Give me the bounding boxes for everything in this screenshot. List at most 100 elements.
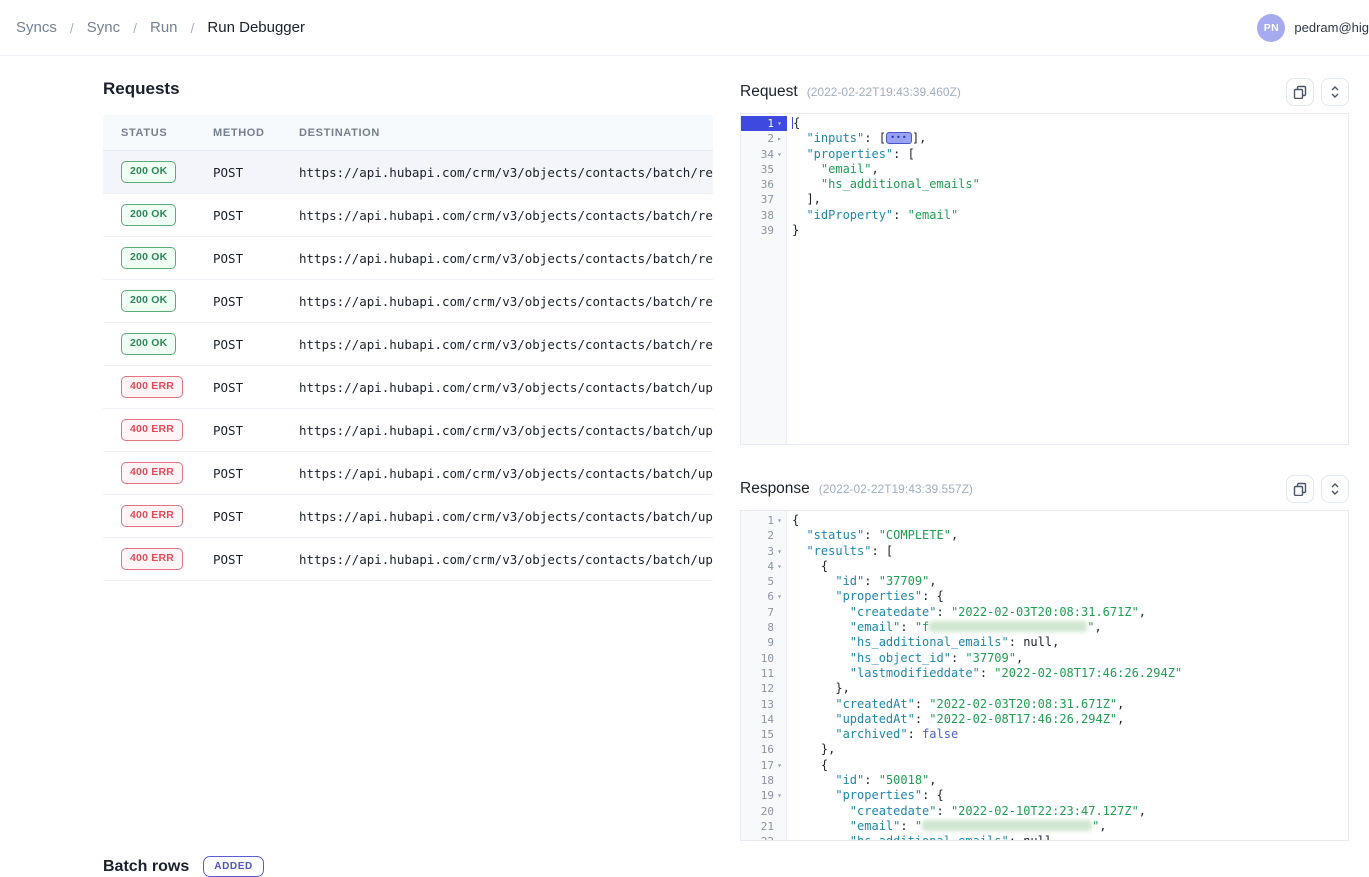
- user-menu[interactable]: PN pedram@hig: [1257, 14, 1369, 42]
- line-number: 37: [741, 192, 787, 207]
- code-line: 1▾{: [741, 116, 1348, 131]
- table-row[interactable]: 400 ERRPOSThttps://api.hubapi.com/crm/v3…: [103, 538, 713, 581]
- code-text: "createdate": "2022-02-10T22:23:47.127Z"…: [787, 804, 1146, 819]
- code-text: {: [787, 758, 828, 773]
- code-text: {: [787, 116, 800, 131]
- code-text: "hs_additional_emails": [787, 177, 980, 192]
- code-text: {: [787, 513, 799, 528]
- line-number: 13: [741, 697, 787, 712]
- code-text: "updatedAt": "2022-02-08T17:46:26.294Z",: [787, 712, 1124, 727]
- code-text: "properties": {: [787, 589, 944, 604]
- status-badge: 200 OK: [121, 247, 176, 268]
- table-row[interactable]: 400 ERRPOSThttps://api.hubapi.com/crm/v3…: [103, 366, 713, 409]
- code-line: 21 "email": "",: [741, 819, 1348, 834]
- fold-open-icon[interactable]: ▾: [774, 147, 785, 162]
- status-badge: 400 ERR: [121, 505, 183, 526]
- method-cell: POST: [213, 509, 299, 524]
- fold-closed-icon[interactable]: ▸: [774, 131, 785, 146]
- line-number: 36: [741, 177, 787, 192]
- line-number: 18: [741, 773, 787, 788]
- fold-open-icon[interactable]: ▾: [774, 589, 785, 604]
- code-text: "email",: [787, 162, 879, 177]
- user-email: pedram@hig: [1294, 20, 1369, 35]
- response-code-editor[interactable]: 1▾{2 "status": "COMPLETE",3▾ "results": …: [740, 510, 1349, 841]
- line-number: 34▾: [741, 147, 787, 162]
- copy-icon: [1293, 85, 1307, 99]
- batch-rows-section: Batch rows ADDED: [103, 856, 264, 877]
- fold-open-icon[interactable]: ▾: [774, 758, 785, 773]
- column-method: METHOD: [213, 127, 299, 139]
- fold-open-icon[interactable]: ▾: [774, 513, 785, 528]
- breadcrumb-separator: /: [70, 20, 74, 36]
- code-line: 2 "status": "COMPLETE",: [741, 528, 1348, 543]
- line-number: 10: [741, 651, 787, 666]
- method-cell: POST: [213, 337, 299, 352]
- copy-button[interactable]: [1286, 78, 1314, 106]
- table-row[interactable]: 200 OKPOSThttps://api.hubapi.com/crm/v3/…: [103, 151, 713, 194]
- code-text: "hs_object_id": "37709",: [787, 651, 1023, 666]
- code-text: "archived": false: [787, 727, 958, 742]
- code-line: 19▾ "properties": {: [741, 788, 1348, 803]
- copy-button[interactable]: [1286, 475, 1314, 503]
- table-body: 200 OKPOSThttps://api.hubapi.com/crm/v3/…: [103, 151, 713, 581]
- status-cell: 200 OK: [121, 333, 213, 354]
- code-text: {: [787, 559, 828, 574]
- status-cell: 200 OK: [121, 247, 213, 268]
- request-code-editor[interactable]: 1▾{2▸ "inputs": [•••],34▾ "properties": …: [740, 113, 1349, 445]
- line-number: 17▾: [741, 758, 787, 773]
- status-cell: 400 ERR: [121, 548, 213, 569]
- method-cell: POST: [213, 552, 299, 567]
- table-row[interactable]: 400 ERRPOSThttps://api.hubapi.com/crm/v3…: [103, 409, 713, 452]
- status-cell: 200 OK: [121, 204, 213, 225]
- code-line: 15 "archived": false: [741, 727, 1348, 742]
- line-number: 35: [741, 162, 787, 177]
- line-number: 39: [741, 223, 787, 238]
- collapsed-code-icon[interactable]: •••: [886, 132, 912, 144]
- breadcrumb-item-syncs[interactable]: Syncs: [16, 19, 57, 36]
- code-text: "email": "f",: [787, 620, 1102, 635]
- code-text: "email": "",: [787, 819, 1107, 834]
- fold-open-icon[interactable]: ▾: [774, 788, 785, 803]
- fold-open-icon[interactable]: ▾: [774, 559, 785, 574]
- line-number: 11: [741, 666, 787, 681]
- fold-open-icon[interactable]: ▾: [774, 116, 785, 131]
- code-line: 11 "lastmodifieddate": "2022-02-08T17:46…: [741, 666, 1348, 681]
- code-line: 37 ],: [741, 192, 1348, 207]
- status-badge: 200 OK: [121, 161, 176, 182]
- code-line: 16 },: [741, 742, 1348, 757]
- status-badge: 200 OK: [121, 204, 176, 225]
- code-line: 4▾ {: [741, 559, 1348, 574]
- code-line: 18 "id": "50018",: [741, 773, 1348, 788]
- table-row[interactable]: 200 OKPOSThttps://api.hubapi.com/crm/v3/…: [103, 237, 713, 280]
- avatar[interactable]: PN: [1257, 14, 1285, 42]
- line-number: 19▾: [741, 788, 787, 803]
- expand-button[interactable]: [1321, 475, 1349, 503]
- code-line: 8 "email": "f",: [741, 620, 1348, 635]
- table-row[interactable]: 400 ERRPOSThttps://api.hubapi.com/crm/v3…: [103, 495, 713, 538]
- breadcrumb-item-run[interactable]: Run: [150, 19, 178, 36]
- line-number: 7: [741, 605, 787, 620]
- table-row[interactable]: 200 OKPOSThttps://api.hubapi.com/crm/v3/…: [103, 323, 713, 366]
- code-line: 13 "createdAt": "2022-02-03T20:08:31.671…: [741, 697, 1348, 712]
- code-text: "hs_additional_emails": null,: [787, 834, 1059, 841]
- breadcrumb-item-sync[interactable]: Sync: [87, 19, 120, 36]
- requests-table: STATUS METHOD DESTINATION 200 OKPOSThttp…: [103, 115, 713, 581]
- table-row[interactable]: 200 OKPOSThttps://api.hubapi.com/crm/v3/…: [103, 194, 713, 237]
- table-header: STATUS METHOD DESTINATION: [103, 115, 713, 151]
- fold-open-icon[interactable]: ▾: [774, 544, 785, 559]
- table-row[interactable]: 200 OKPOSThttps://api.hubapi.com/crm/v3/…: [103, 280, 713, 323]
- line-number: 16: [741, 742, 787, 757]
- status-cell: 400 ERR: [121, 376, 213, 397]
- code-line: 36 "hs_additional_emails": [741, 177, 1348, 192]
- code-line: 1▾{: [741, 513, 1348, 528]
- expand-icon: [1329, 85, 1341, 99]
- response-timestamp: (2022-02-22T19:43:39.557Z): [819, 482, 973, 496]
- status-badge: 400 ERR: [121, 548, 183, 569]
- code-text: "properties": {: [787, 788, 944, 803]
- code-line: 2▸ "inputs": [•••],: [741, 131, 1348, 146]
- code-line: 38 "idProperty": "email": [741, 208, 1348, 223]
- line-number: 1▾: [741, 116, 787, 131]
- table-row[interactable]: 400 ERRPOSThttps://api.hubapi.com/crm/v3…: [103, 452, 713, 495]
- expand-button[interactable]: [1321, 78, 1349, 106]
- requests-panel-title: Requests: [103, 79, 180, 99]
